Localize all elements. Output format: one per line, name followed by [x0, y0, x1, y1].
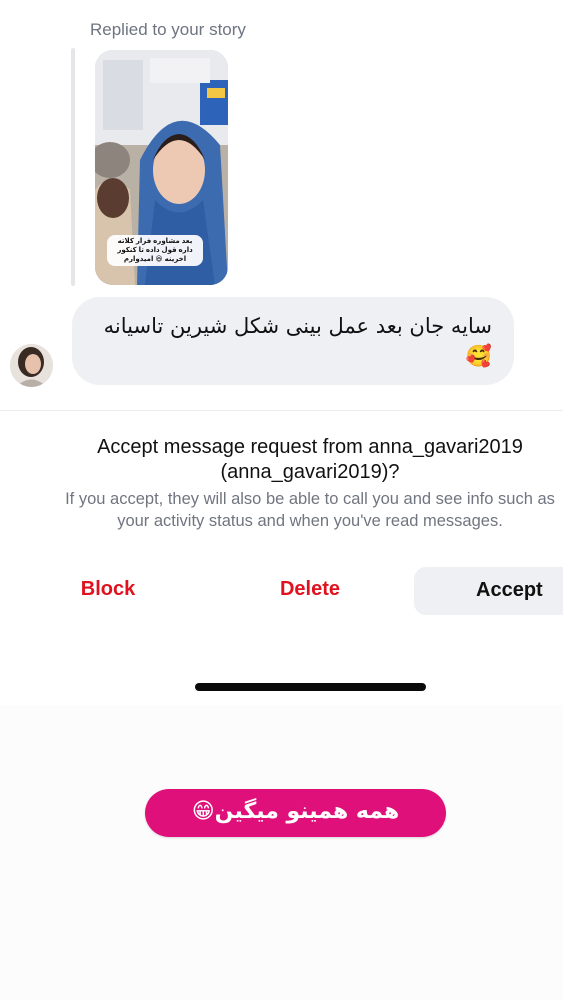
- section-divider: [0, 410, 563, 411]
- home-indicator[interactable]: [195, 683, 426, 691]
- story-caption: بعد مشاوره فرار کلاته داره قول داده تا ک…: [107, 235, 203, 266]
- request-subtitle-line2: your activity status and when you've rea…: [117, 512, 503, 530]
- message-request-description: If you accept, they will also be able to…: [0, 488, 563, 532]
- message-text: سایه جان بعد عمل بینی شکل شیرین تاسیانه …: [92, 311, 492, 371]
- smiling-hearts-emoji-icon: 🥰: [465, 344, 492, 368]
- message-bubble[interactable]: سایه جان بعد عمل بینی شکل شیرین تاسیانه …: [72, 297, 514, 385]
- message-body: سایه جان بعد عمل بینی شکل شیرین تاسیانه: [103, 314, 492, 338]
- request-subtitle-line1: If you accept, they will also be able to…: [65, 490, 555, 508]
- replied-to-story-label: Replied to your story: [90, 20, 246, 39]
- message-request-title: Accept message request from anna_gavari2…: [0, 435, 563, 485]
- accept-button-label: Accept: [476, 579, 543, 601]
- sticker-text: همه همینو میگین😁: [191, 799, 400, 824]
- sender-avatar[interactable]: [10, 344, 53, 387]
- request-title-line1: Accept message request from anna_gavari2…: [97, 436, 523, 458]
- reply-indicator-bar: [71, 48, 75, 286]
- block-button[interactable]: Block: [58, 578, 158, 601]
- request-title-line2: (anna_gavari2019)?: [220, 461, 400, 483]
- text-sticker-overlay: همه همینو میگین😁: [145, 789, 446, 837]
- delete-button[interactable]: Delete: [255, 578, 365, 601]
- story-thumbnail[interactable]: بعد مشاوره فرار کلاته داره قول داده تا ک…: [95, 50, 228, 285]
- accept-button[interactable]: Accept: [414, 567, 563, 615]
- avatar-image: [10, 344, 53, 387]
- lower-blank-area: [0, 705, 563, 1000]
